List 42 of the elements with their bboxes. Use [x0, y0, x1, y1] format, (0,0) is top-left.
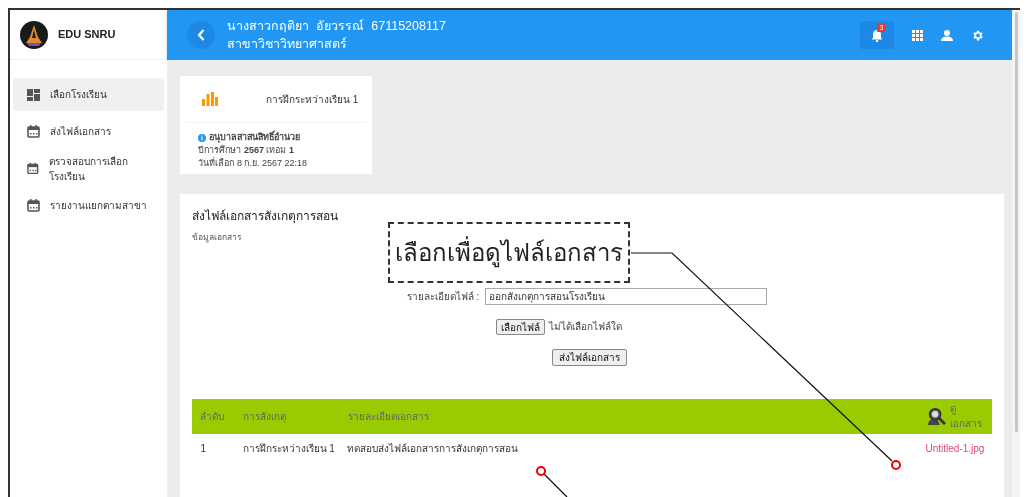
- detail-input[interactable]: ออกสังเกตุการสอนโรงเรียน: [485, 287, 768, 305]
- choose-file-button[interactable]: เลือกไฟล์: [496, 318, 546, 335]
- callout-text: เลือกเพื่อดูไฟล์เอกสาร: [395, 235, 623, 270]
- scrollbar[interactable]: [1012, 10, 1020, 497]
- app-name: EDU SNRU: [58, 27, 116, 43]
- settings-icon[interactable]: [971, 28, 985, 42]
- info-icon: [198, 133, 207, 142]
- section-subtitle: ข้อมูลเอกสาร: [192, 231, 244, 244]
- submit-button[interactable]: ส่งไฟล์เอกสาร: [552, 348, 628, 366]
- target-marker: [536, 466, 546, 476]
- back-button[interactable]: [187, 21, 216, 49]
- column-header: ลำดับ: [200, 410, 225, 422]
- table-cell: 1: [200, 443, 206, 455]
- leader-line: [543, 473, 568, 497]
- calendar-icon: [27, 162, 39, 175]
- card-title: การฝึกระหว่างเรียน 1: [266, 92, 359, 107]
- target-marker: [891, 460, 901, 470]
- section-title: ส่งไฟล์เอกสารสังเกตุการสอน: [192, 208, 340, 226]
- column-header: รายละเอียดเอกสาร: [347, 410, 429, 422]
- table-cell: ทดสอบส่งไฟล์เอกสารการสังเกตุการสอน: [346, 443, 518, 455]
- program-name: สาขาวิชาวิทยาศาสตร์: [227, 36, 349, 53]
- sidebar-item[interactable]: เลือกโรงเรียน: [13, 78, 165, 111]
- column-header: ดูเอกสาร: [950, 402, 984, 432]
- chevron-left-icon: [197, 29, 206, 41]
- field-label: รายละเอียดไฟล์ :: [405, 289, 481, 304]
- person-search-icon: [927, 406, 948, 427]
- calendar-icon: [27, 125, 40, 138]
- file-status: ไม่ได้เลือกไฟล์ใด: [549, 320, 623, 335]
- student-name: นางสาวกฤติยา อัยวรรณ์ 67115208117: [227, 18, 446, 35]
- calendar-icon: [27, 199, 40, 212]
- logo-icon: [20, 20, 48, 49]
- selected-date: วันที่เลือก 8 ก.ย. 2567 22:18: [198, 157, 308, 170]
- bell-icon: [871, 28, 884, 42]
- user-icon[interactable]: [941, 29, 954, 41]
- column-header: การสังเกตุ: [242, 410, 286, 422]
- apps-grid-icon[interactable]: [912, 29, 924, 41]
- school-name: อนุบาลสาสนสิทธิ์อำนวย: [209, 131, 301, 144]
- dashboard-icon: [27, 88, 40, 101]
- file-link[interactable]: Untitled-1.jpg: [925, 443, 985, 455]
- bar-chart-icon: [202, 92, 219, 106]
- table-cell: การฝึกระหว่างเรียน 1: [242, 443, 335, 455]
- academic-year: ปีการศึกษา 2567 เทอม 1: [198, 144, 295, 157]
